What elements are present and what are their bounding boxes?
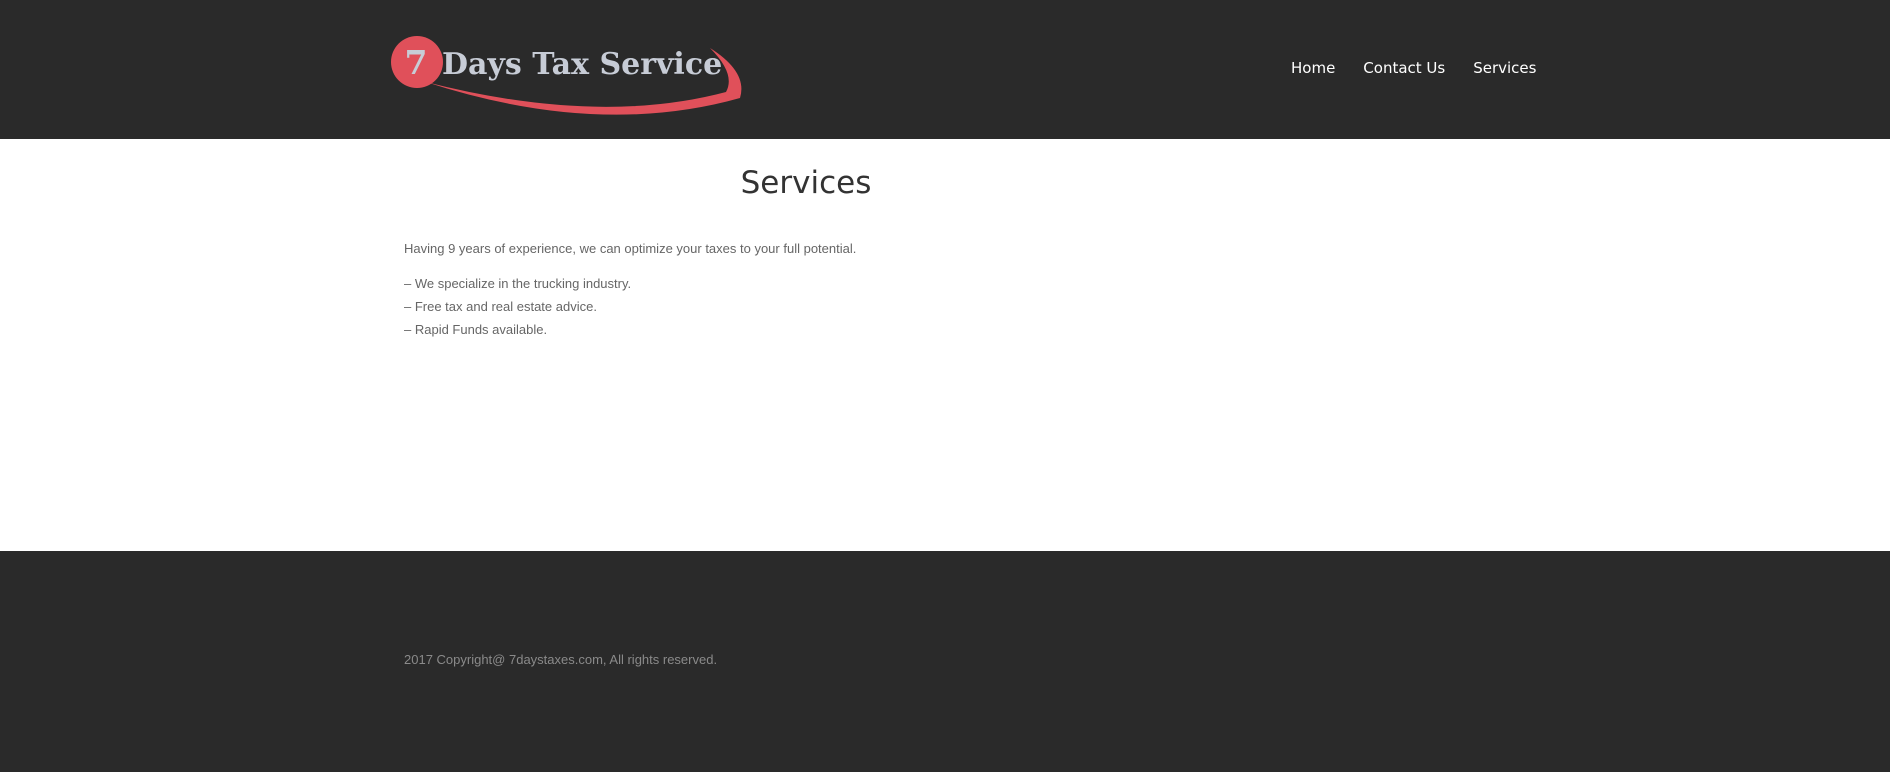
feature-item: – Free tax and real estate advice.: [404, 299, 597, 314]
feature-item: – We specialize in the trucking industry…: [404, 276, 632, 291]
logo-numeral: 7: [405, 43, 428, 82]
logo-graphic: 7 Days Tax Service: [391, 36, 742, 115]
site-header: 7 Days Tax Service Home Contact Us Servi…: [0, 0, 1890, 139]
site-logo[interactable]: 7 Days Tax Service: [388, 30, 750, 118]
page-title: Services: [740, 165, 872, 201]
site-footer: 2017 Copyright@ 7daystaxes.com, All righ…: [0, 551, 1890, 772]
logo-swoosh: [426, 48, 742, 115]
nav-contact-us-link[interactable]: Contact Us: [1363, 57, 1445, 79]
services-intro: Having 9 years of experience, we can opt…: [404, 241, 857, 256]
main-nav: Home Contact Us Services: [1291, 57, 1536, 79]
features-list: – We specialize in the trucking industry…: [404, 272, 631, 341]
logo-circle: [391, 36, 443, 88]
nav-services-link[interactable]: Services: [1473, 57, 1536, 79]
feature-item: – Rapid Funds available.: [404, 322, 548, 337]
main-content: Services Having 9 years of experience, w…: [0, 139, 1890, 551]
logo-text: Days Tax Service: [442, 47, 722, 82]
copyright-text: 2017 Copyright@ 7daystaxes.com, All righ…: [404, 652, 718, 667]
nav-home-link[interactable]: Home: [1291, 57, 1335, 79]
